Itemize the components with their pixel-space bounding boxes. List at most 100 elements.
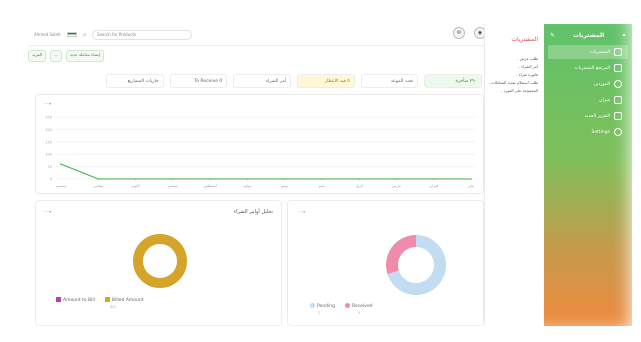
legend-item: Billed Amount (104, 297, 144, 303)
sidebar-item-label: Settings (591, 129, 610, 135)
stat-card[interactable]: جاريات المشاريع (105, 74, 164, 88)
document-icon (614, 96, 622, 104)
collapse-icon[interactable]: » (622, 32, 626, 39)
sidebar-item-settings[interactable]: Settings (548, 125, 628, 139)
sidebar-item-reports[interactable]: التقرير الجديد (548, 109, 628, 123)
data-point (470, 178, 472, 180)
x-tick-label: يونيو (280, 184, 288, 188)
data-point (60, 163, 62, 165)
sidebar-item-label: التقرير الجديد (584, 113, 610, 119)
sidebar-item-balance[interactable]: ميزان (548, 93, 628, 107)
search-input[interactable]: Search for Products (92, 29, 193, 40)
top-bar: Ahmed Saleh ◷ Search for Products (28, 24, 484, 46)
x-tick-label: ديسمبر (55, 184, 67, 188)
submenu-item[interactable]: - طلب عرض (485, 53, 544, 61)
data-point (246, 178, 249, 180)
sidebar-item-purchases[interactable]: المشتريات (548, 45, 628, 59)
legend-subvalue: 7 (318, 311, 321, 315)
stat-label: تحت الموعد (390, 78, 414, 84)
donut-chart-bills (133, 234, 187, 288)
legend-label: Received (352, 304, 373, 309)
stat-card[interactable]: تحت الموعد (360, 74, 419, 88)
language-flag-icon[interactable] (66, 32, 77, 37)
donut-slice (386, 235, 417, 275)
y-tick-label: 0 (50, 178, 52, 182)
other-button[interactable]: المزيد (28, 50, 47, 62)
gear-icon (614, 128, 622, 136)
sidebar-item-returns[interactable]: المرتجع المشتريات (548, 61, 628, 75)
supplier-icon (614, 80, 622, 88)
legend-label: Billed Amount (111, 298, 144, 303)
new-request-button[interactable]: إنشاء معاملة جديد (65, 50, 105, 62)
submenu-panel: المشتريات - طلب عرض - أمر الشراء - فاتور… (484, 24, 544, 326)
legend-item: Amount to Bill (56, 297, 95, 303)
donut-card-receipts: ··· ▾ Pending Received 7 3 (287, 200, 484, 326)
y-tick-label: 250 (45, 116, 52, 120)
line-chart: 0 50 100 150 200 250 يناير فبراير مارس أبريل مايو ي… (45, 116, 476, 188)
data-point (134, 178, 137, 180)
legend-item: Received (345, 303, 372, 309)
return-icon (614, 64, 622, 72)
y-tick-label: 100 (45, 153, 52, 157)
data-point (97, 178, 100, 180)
x-tick-label: مايو (318, 184, 325, 188)
stat-label: ٥ قيد الانتظار (324, 78, 350, 84)
stat-card[interactable]: ٥ قيد الانتظار (296, 74, 355, 88)
submenu-item[interactable]: - فاتورة شراء (485, 69, 544, 77)
submenu-item[interactable]: - أمر الشراء (485, 61, 544, 69)
data-point (395, 178, 398, 180)
sidebar: ✎ المشتريات » المشتريات المرتجع المشتريا… (544, 24, 632, 326)
stat-label: ٢٩٠ متأخرة (455, 78, 477, 84)
y-tick-label: 150 (45, 140, 52, 144)
y-tick-label: 200 (45, 128, 52, 132)
stat-label: To Receive 0 (194, 78, 223, 84)
data-point (321, 178, 323, 180)
x-tick-label: أكتوبر (130, 183, 139, 188)
action-row: المزيد ... إنشاء معاملة جديد (28, 50, 105, 62)
data-point (283, 178, 286, 180)
legend: Pending Received (310, 303, 372, 309)
edit-icon[interactable]: ✎ (550, 32, 555, 39)
submenu-item[interactable]: - طلب استعلام نقدية المعاملات (485, 77, 544, 85)
data-point (358, 178, 360, 180)
stat-label: جاريات المشاريع (127, 78, 159, 84)
bell-icon[interactable]: ✉ (453, 27, 465, 39)
x-tick-label: يوليو (243, 184, 251, 188)
user-name[interactable]: Ahmed Saleh (34, 32, 61, 37)
x-tick-label: فبراير (428, 184, 438, 188)
x-tick-label: نوفمبر (93, 184, 103, 188)
data-point (172, 178, 174, 180)
submenu-item[interactable]: - المجموعة على المورد (485, 85, 544, 93)
legend-item: Pending (310, 303, 335, 309)
y-tick-label: 50 (48, 165, 52, 169)
stat-card[interactable]: ٢٩٠ متأخرة (424, 74, 482, 88)
x-tick-label: أبريل (355, 183, 363, 188)
submenu-title: المشتريات (511, 36, 538, 43)
stat-label: أمر الشراء (265, 78, 286, 84)
legend-subvalue: 3 (358, 311, 361, 315)
chart-filter-select[interactable]: ··· ▾ (44, 101, 51, 106)
sidebar-item-label: المشتريات (590, 49, 610, 55)
legend-subvalue: 0/0 (110, 305, 116, 309)
sidebar-item-label: المرتجع المشتريات (574, 65, 610, 71)
more-button[interactable]: ... (50, 50, 62, 62)
stats-row: جاريات المشاريع To Receive 0 أمر الشراء … (105, 74, 482, 88)
cart-icon (614, 48, 622, 56)
x-tick-label: سبتمبر (167, 184, 178, 188)
sidebar-item-suppliers[interactable]: الموردين (548, 77, 628, 91)
sidebar-title: المشتريات (572, 32, 605, 39)
sidebar-item-label: ميزان (599, 97, 610, 103)
legend: Amount to Bill Billed Amount (56, 297, 143, 303)
stat-card[interactable]: To Receive 0 (169, 74, 228, 88)
x-tick-label: أغسطس (203, 183, 216, 188)
app-window: Ahmed Saleh ◷ Search for Products ✉ ◉ ال… (0, 0, 641, 342)
clock-icon: ◷ (82, 32, 87, 37)
data-point (209, 178, 211, 180)
x-tick-label: يناير (467, 184, 474, 188)
stat-card[interactable]: أمر الشراء (233, 74, 291, 88)
legend-label: Amount to Bill (63, 298, 95, 303)
report-icon (614, 112, 622, 120)
donut-slice (133, 234, 187, 288)
line-chart-card: ··· ▾ 0 50 100 150 200 250 يناير فبراير مارس أبري… (35, 94, 484, 194)
sidebar-item-label: الموردين (593, 81, 610, 87)
